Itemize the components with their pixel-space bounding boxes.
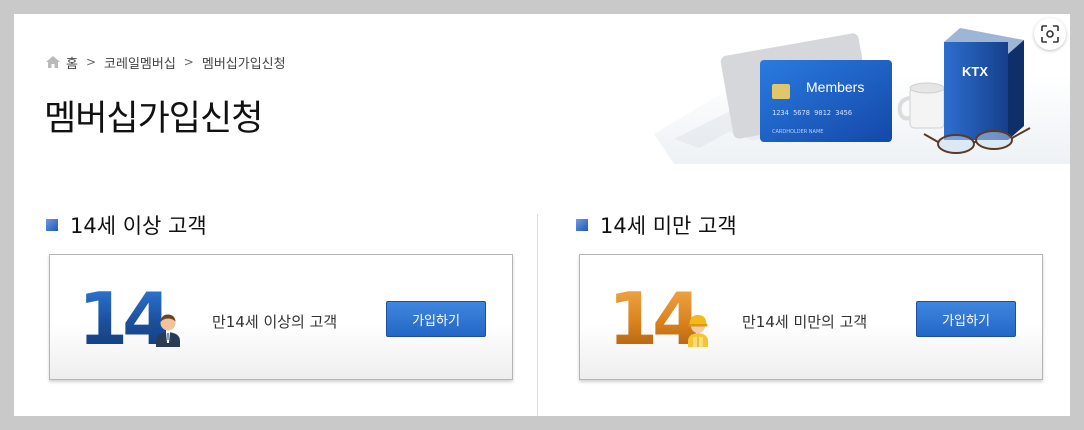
adult-badge-number: 14 xyxy=(78,277,172,361)
child-section: 14세 미만 고객 xyxy=(576,210,1046,240)
section-divider xyxy=(537,214,538,416)
child-icon xyxy=(688,315,708,347)
hero-illustration: Members 1234 5678 9012 3456 CARDHOLDER N… xyxy=(634,14,1070,174)
scan-icon[interactable] xyxy=(1034,18,1066,50)
child-description: 만14세 미만의 고객 xyxy=(742,313,868,331)
child-badge-number: 14 xyxy=(608,277,702,361)
page-frame: 홈 > 코레일멤버십 > 멤버십가입신청 멤버십가입신청 Members 123… xyxy=(14,14,1070,416)
breadcrumb-home[interactable]: 홈 xyxy=(66,53,78,72)
breadcrumb-item-signup[interactable]: 멤버십가입신청 xyxy=(202,53,286,72)
child-section-heading: 14세 미만 고객 xyxy=(576,210,1046,240)
breadcrumb-separator: > xyxy=(183,55,194,69)
breadcrumb-item-membership[interactable]: 코레일멤버십 xyxy=(104,53,176,72)
hero-graphic: Members 1234 5678 9012 3456 CARDHOLDER N… xyxy=(654,28,1070,164)
adult-join-button[interactable]: 가입하기 xyxy=(386,301,486,337)
adult-age-badge: 14 xyxy=(78,283,188,355)
breadcrumb-separator: > xyxy=(85,55,97,69)
breadcrumb: 홈 > 코레일멤버십 > 멤버십가입신청 xyxy=(46,52,286,72)
adult-section-heading: 14세 이상 고객 xyxy=(46,210,516,240)
child-age-badge: 14 xyxy=(608,283,718,355)
home-icon[interactable] xyxy=(46,56,60,68)
adult-description: 만14세 이상의 고객 xyxy=(212,313,338,331)
child-join-button[interactable]: 가입하기 xyxy=(916,301,1016,337)
hero-card-holder: CARDHOLDER NAME xyxy=(772,129,823,135)
hero-book-label: KTX xyxy=(962,64,988,79)
bullet-icon xyxy=(46,219,58,231)
child-heading-text: 14세 미만 고객 xyxy=(600,214,737,238)
bullet-icon xyxy=(576,219,588,231)
adult-heading-text: 14세 이상 고객 xyxy=(70,214,207,238)
adult-signup-card: 14 만14세 이상의 고객 가입하기 xyxy=(49,254,513,380)
hero-card-number: 1234 5678 9012 3456 xyxy=(772,109,852,117)
child-signup-card: 14 만14세 미만의 고객 가입하기 xyxy=(579,254,1043,380)
hero-card-label: Members xyxy=(806,79,864,95)
adult-section: 14세 이상 고객 xyxy=(46,210,516,240)
businessman-icon xyxy=(156,314,180,347)
page-title: 멤버십가입신청 xyxy=(44,99,263,139)
